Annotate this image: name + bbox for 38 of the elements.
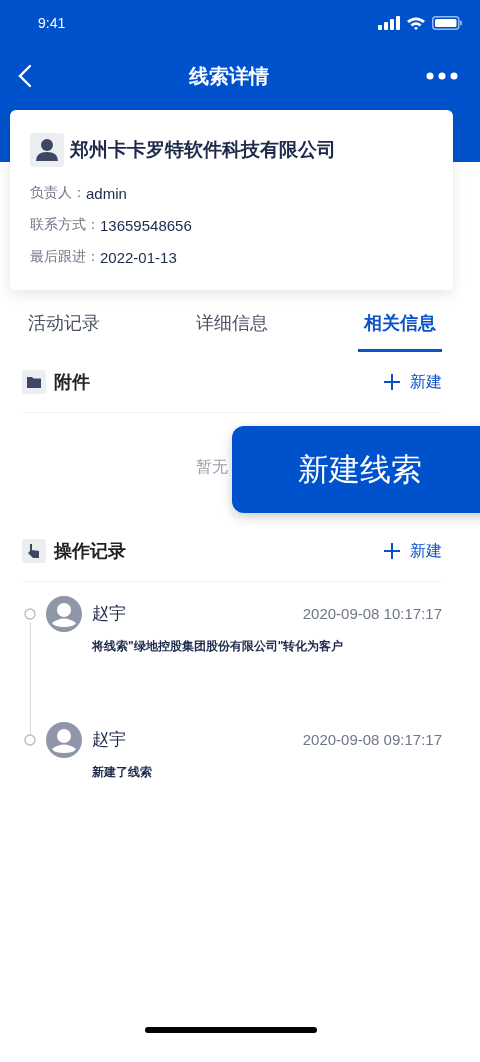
record-time: 2020-09-08 10:17:17 — [302, 604, 442, 622]
timeline-dot — [24, 734, 36, 746]
wifi-icon — [406, 16, 426, 30]
field-label: 负责人： — [30, 184, 86, 202]
record-text: 新建了线索 — [92, 764, 153, 781]
status-time: 9:41 — [38, 15, 66, 31]
user-name: 赵宇 — [92, 728, 126, 751]
new-lead-button[interactable]: 新建线索 — [232, 426, 480, 513]
user-name: 赵宇 — [92, 602, 126, 625]
field-value: admin — [86, 184, 127, 202]
signal-icon — [378, 16, 400, 30]
plus-icon — [384, 374, 400, 390]
battery-icon — [432, 16, 462, 30]
page-title: 线索详情 — [189, 63, 269, 89]
more-icon[interactable] — [426, 72, 458, 80]
company-name: 郑州卡卡罗特软件科技有限公司 — [70, 138, 336, 162]
folder-icon — [22, 370, 46, 394]
record-text: 将线索"绿地控股集团股份有限公司"转化为客户 — [92, 638, 345, 655]
tab[interactable]: 活动记录 — [22, 297, 106, 352]
section-title: 操作记录 — [54, 540, 126, 563]
plus-icon — [384, 543, 400, 559]
field-value: 2022-01-13 — [100, 248, 177, 266]
avatar-icon — [46, 722, 82, 758]
new-button[interactable]: 新建 — [384, 540, 442, 562]
avatar-icon — [46, 596, 82, 632]
new-button[interactable]: 新建 — [384, 371, 442, 393]
back-icon[interactable] — [18, 64, 32, 88]
timeline-dot — [24, 608, 36, 620]
tab[interactable]: 相关信息 — [358, 297, 442, 352]
person-icon — [30, 133, 64, 167]
field-label: 联系方式： — [30, 216, 100, 234]
record-time: 2020-09-08 09:17:17 — [302, 730, 442, 748]
section-title: 附件 — [54, 371, 90, 394]
tab[interactable]: 详细信息 — [190, 297, 274, 352]
field-value: 13659548656 — [100, 216, 192, 234]
empty-text: 暂无 — [196, 456, 228, 477]
field-label: 最后跟进： — [30, 248, 100, 266]
hand-pointer-icon — [22, 539, 46, 563]
